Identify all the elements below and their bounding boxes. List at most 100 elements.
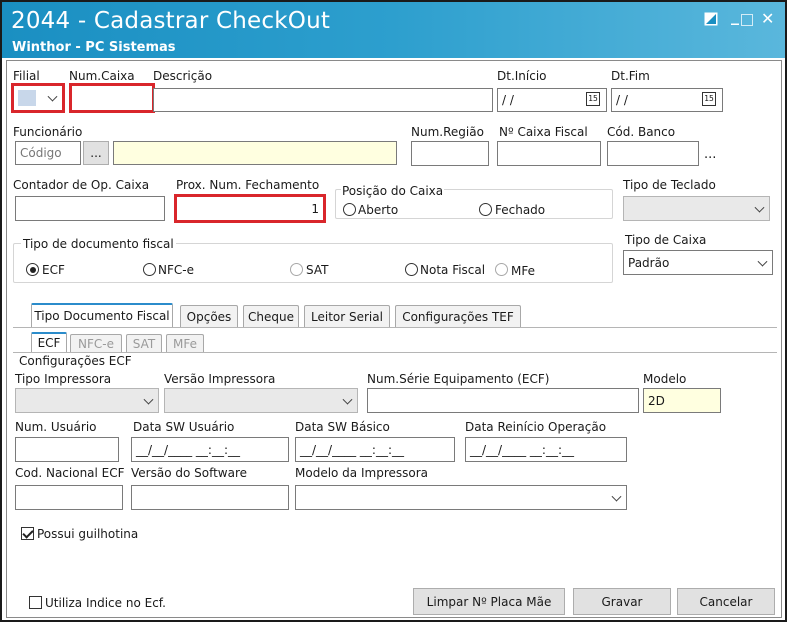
codbanco-more-button[interactable]: ... [704, 147, 716, 162]
descricao-input[interactable] [153, 88, 493, 112]
chevron-down-icon [143, 394, 154, 405]
datasw-basico-input[interactable]: __/__/____ __:__:__ [295, 437, 455, 462]
teclado-label: Tipo de Teclado [623, 178, 716, 192]
datareinicio-label: Data Reinício Operação [465, 420, 607, 434]
docfiscal-ecf-label: ECF [42, 263, 65, 277]
maximize-button[interactable] [741, 14, 753, 26]
modelo-label: Modelo [643, 372, 687, 386]
datasw-usuario-label: Data SW Usuário [133, 420, 235, 434]
docfiscal-sat-label: SAT [306, 263, 329, 277]
docfiscal-notafiscal-radio[interactable] [405, 263, 418, 276]
dtfim-input[interactable]: / / 15 [611, 88, 723, 112]
caixafiscal-input[interactable] [497, 141, 601, 166]
subtab-sat[interactable]: SAT [126, 334, 162, 352]
tipo-impressora-select[interactable] [15, 388, 159, 413]
filial-selection [18, 90, 36, 106]
codbanco-input[interactable] [607, 141, 699, 166]
calendar-icon[interactable]: 15 [702, 92, 716, 106]
numserie-label: Num.Série Equipamento (ECF) [367, 372, 550, 386]
chevron-down-icon [754, 202, 765, 213]
numusuario-input[interactable] [15, 437, 119, 462]
docfiscal-notafiscal-label: Nota Fiscal [420, 263, 486, 277]
datasw-basico-label: Data SW Básico [295, 420, 390, 434]
window-subtitle: Winthor - PC Sistemas [12, 40, 176, 55]
ecf-section-label: Configurações ECF [19, 354, 132, 368]
datasw-usuario-input[interactable]: __/__/____ __:__:__ [131, 437, 289, 462]
tipocaixa-label: Tipo de Caixa [625, 233, 707, 247]
numcaixa-input[interactable] [69, 83, 155, 113]
subtab-strip-line [13, 352, 777, 353]
docfiscal-sat-radio[interactable] [290, 263, 303, 276]
caixafiscal-label: Nº Caixa Fiscal [499, 125, 588, 139]
dtinicio-label: Dt.Início [497, 69, 547, 83]
numserie-input[interactable] [367, 388, 639, 413]
numusuario-label: Num. Usuário [15, 420, 97, 434]
proxnum-label: Prox. Num. Fechamento [176, 178, 320, 192]
versaosoftware-label: Versão do Software [131, 466, 248, 480]
tab-configuracoes-tef[interactable]: Configurações TEF [395, 305, 521, 327]
close-button[interactable]: ✕ [761, 9, 774, 28]
limpar-placa-button[interactable]: Limpar Nº Placa Mãe [413, 588, 565, 615]
codnacional-input[interactable] [15, 485, 123, 510]
docfiscal-nfce-radio[interactable] [143, 263, 156, 276]
dtinicio-value: / / [502, 93, 514, 107]
chevron-down-icon [342, 394, 353, 405]
restore-icon[interactable] [704, 12, 718, 26]
utiliza-indice-label: Utiliza Indice no Ecf. [45, 596, 166, 610]
modeloimpressora-label: Modelo da Impressora [295, 466, 429, 480]
descricao-label: Descrição [153, 69, 213, 83]
aberto-radio[interactable] [343, 203, 356, 216]
guilhotina-checkbox[interactable] [21, 527, 34, 540]
chevron-down-icon [47, 91, 58, 102]
contador-label: Contador de Op. Caixa [13, 178, 150, 192]
title-bar: 2044 - Cadastrar CheckOut Winthor - PC S… [2, 2, 785, 58]
funcionario-lookup-button[interactable]: ... [83, 141, 109, 165]
guilhotina-label: Possui guilhotina [37, 527, 139, 541]
proxnum-input[interactable]: 1 [174, 194, 326, 223]
chevron-down-icon [757, 256, 768, 267]
modelo-input[interactable]: 2D [643, 388, 721, 413]
tab-tipo-documento-fiscal[interactable]: Tipo Documento Fiscal [31, 303, 173, 327]
calendar-icon[interactable]: 15 [586, 92, 600, 106]
contador-input[interactable] [15, 196, 165, 221]
fechado-radio[interactable] [479, 203, 492, 216]
checkout-window: 2044 - Cadastrar CheckOut Winthor - PC S… [0, 0, 787, 622]
codnacional-label: Cod. Nacional ECF [15, 466, 125, 480]
versao-impressora-select[interactable] [164, 388, 358, 413]
subtab-ecf[interactable]: ECF [31, 332, 67, 352]
teclado-select[interactable] [623, 196, 770, 221]
subtab-nfce[interactable]: NFC-e [70, 334, 122, 352]
minimize-button[interactable]: _ [731, 6, 739, 25]
funcionario-nome-input[interactable] [113, 141, 397, 165]
numregiao-input[interactable] [411, 141, 489, 166]
numcaixa-label: Num.Caixa [69, 69, 135, 83]
dtfim-label: Dt.Fim [611, 69, 650, 83]
window-title: 2044 - Cadastrar CheckOut [11, 8, 331, 34]
funcionario-label: Funcionário [13, 125, 83, 139]
datareinicio-input[interactable]: __/__/____ __:__:__ [465, 437, 627, 462]
tab-strip-line [13, 327, 777, 328]
docfiscal-mfe-radio[interactable] [495, 263, 508, 276]
docfiscal-nfce-label: NFC-e [158, 263, 194, 277]
subtab-mfe[interactable]: MFe [166, 334, 204, 352]
aberto-label: Aberto [358, 203, 399, 217]
cancelar-button[interactable]: Cancelar [677, 588, 775, 615]
modeloimpressora-select[interactable] [295, 485, 627, 510]
funcionario-codigo-input[interactable]: Código [15, 141, 81, 165]
tab-cheque[interactable]: Cheque [243, 305, 299, 327]
tab-opcoes[interactable]: Opções [180, 305, 238, 327]
docfiscal-mfe-label: MFe [511, 264, 535, 278]
form-frame: Filial Num.Caixa Descrição Dt.Início Dt.… [6, 60, 782, 618]
docfiscal-ecf-radio[interactable] [26, 263, 39, 276]
tab-leitor-serial[interactable]: Leitor Serial [304, 305, 390, 327]
dtinicio-input[interactable]: / / 15 [497, 88, 607, 112]
tipocaixa-select[interactable]: Padrão [623, 250, 773, 275]
utiliza-indice-checkbox[interactable] [29, 596, 42, 609]
gravar-button[interactable]: Gravar [573, 588, 671, 615]
tipo-impressora-label: Tipo Impressora [15, 372, 112, 386]
versaosoftware-input[interactable] [131, 485, 289, 510]
numregiao-label: Num.Região [411, 125, 484, 139]
dtfim-value: / / [616, 93, 628, 107]
filial-select[interactable] [11, 83, 65, 113]
codbanco-label: Cód. Banco [607, 125, 676, 139]
